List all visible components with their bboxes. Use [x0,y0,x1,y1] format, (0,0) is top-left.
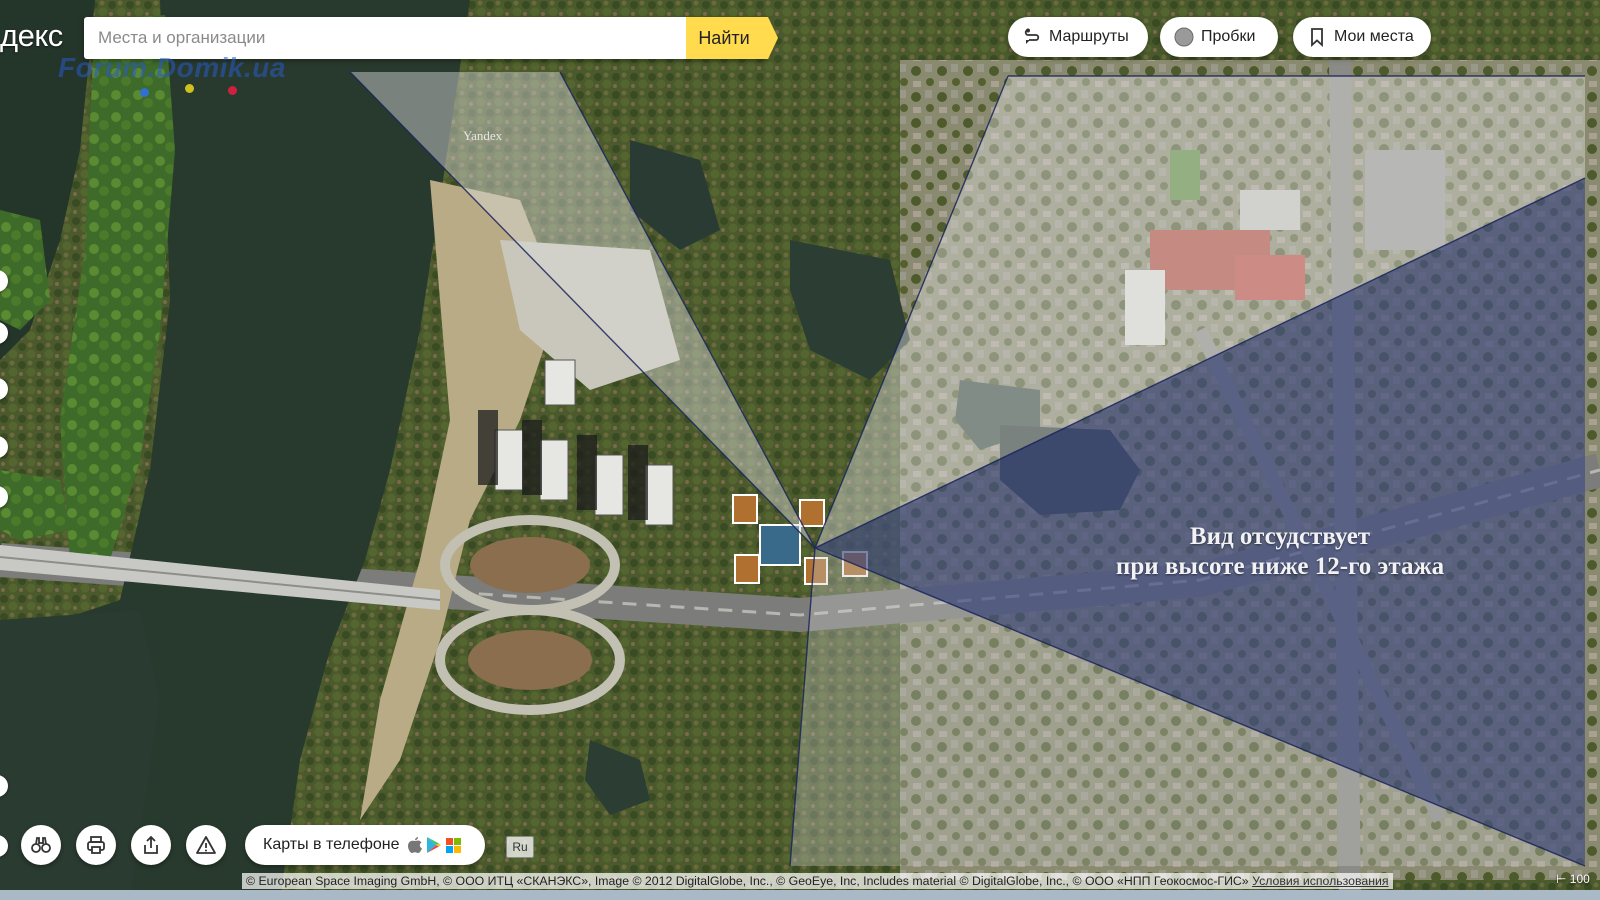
print-icon [87,836,105,854]
copyright-text: © European Space Imaging GmbH, © ООО ИТЦ… [246,874,1249,888]
share-button[interactable] [131,825,171,865]
report-error-button[interactable] [186,825,226,865]
traffic-icon [1174,27,1194,47]
routes-button[interactable]: Маршруты [1008,17,1148,57]
yandex-logo[interactable]: декс [0,14,63,58]
view-absence-note: Вид отсудствует при высоте ниже 12-го эт… [1040,522,1520,582]
windows-store-icon [445,837,461,853]
panorama-button[interactable] [21,825,61,865]
taskbar-strip [0,890,1600,900]
view-note-line2: при высоте ниже 12-го этажа [1115,553,1445,580]
map-app: Yandex декс Найти Forum.Domik.ua Маршрут… [0,0,1600,900]
scale-value: 100 [1569,872,1590,886]
copyright-bar: © European Space Imaging GmbH, © ООО ИТЦ… [242,873,1393,889]
my-places-label: Мои места [1334,28,1414,45]
my-places-button[interactable]: Мои места [1293,17,1431,57]
warning-icon [196,836,216,854]
terms-link[interactable]: Условия использования [1252,874,1388,888]
map-yandex-label: Yandex [463,128,503,143]
scale-icon: ⊢ [1556,872,1567,886]
maps-in-phone-button[interactable]: Карты в телефоне [245,825,485,865]
satellite-map[interactable] [0,0,1600,900]
share-icon [144,835,158,854]
google-play-icon [426,837,441,853]
search-button[interactable]: Найти [686,17,778,59]
language-switch[interactable]: Ru [506,836,534,858]
panorama-icon [31,837,51,853]
routes-label: Маршруты [1049,28,1129,45]
bookmark-icon [1307,27,1327,47]
maps-in-phone-label: Карты в телефоне [263,836,400,853]
print-button[interactable] [76,825,116,865]
traffic-label: Пробки [1201,28,1256,45]
apple-icon [407,837,422,853]
view-note-line1: Вид отсудствует [1189,523,1371,550]
route-icon [1022,27,1042,47]
traffic-button[interactable]: Пробки [1160,17,1278,57]
forum-watermark: Forum.Domik.ua [58,52,286,83]
scale-ruler: ⊢ 100 [1556,872,1590,886]
